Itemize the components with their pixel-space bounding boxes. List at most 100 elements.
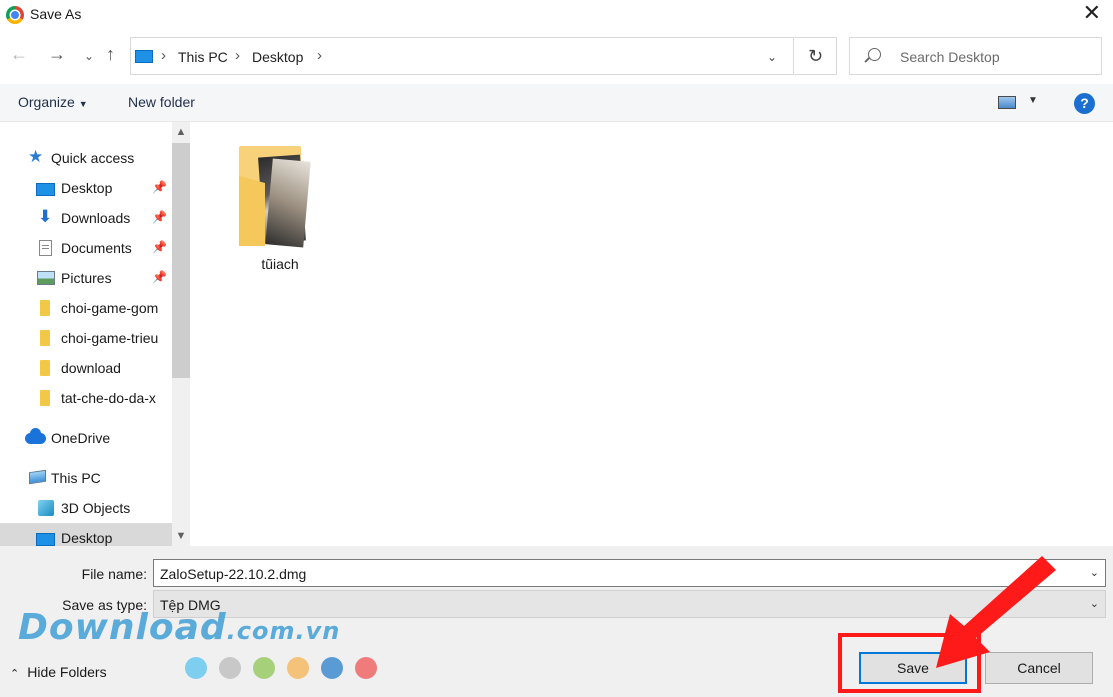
sidebar-item-this-pc[interactable]: This PC (0, 463, 172, 493)
new-folder-button[interactable]: New folder (128, 94, 195, 110)
close-icon[interactable]: ✕ (1083, 2, 1101, 24)
sidebar-item-folder[interactable]: choi-game-gom (0, 293, 172, 323)
documents-icon (39, 240, 52, 256)
sidebar-item-label: download (61, 360, 121, 376)
sidebar-item-label: choi-game-gom (61, 300, 159, 316)
download-icon: ⬇ (38, 207, 53, 226)
sidebar-item-label: choi-game-trieu (61, 330, 159, 346)
chevron-down-icon[interactable]: ⌄ (1090, 566, 1099, 579)
recent-locations-chevron-icon[interactable]: ⌄ (84, 46, 94, 66)
sidebar-item-label: OneDrive (51, 430, 111, 446)
refresh-icon: ↻ (807, 46, 824, 66)
chrome-icon (6, 6, 24, 24)
3d-objects-icon (38, 500, 54, 516)
watermark-domain: .com.vn (226, 617, 341, 645)
sidebar-item-folder[interactable]: download (0, 353, 172, 383)
sidebar-item-label: This PC (51, 470, 101, 486)
chevron-down-icon[interactable]: ⌄ (1090, 597, 1099, 610)
folder-icon (40, 390, 50, 406)
color-dot (219, 657, 241, 679)
sidebar-item-downloads[interactable]: ⬇ Downloads 📌 (0, 203, 172, 233)
change-view-icon[interactable] (998, 96, 1016, 109)
sidebar-item-3d-objects[interactable]: 3D Objects (0, 493, 172, 523)
navigation-pane: ★ Quick access Desktop 📌 ⬇ Downloads 📌 D… (0, 122, 190, 546)
sidebar-item-label: tat-che-do-da-x (61, 390, 156, 406)
sidebar-item-label: Documents (61, 240, 132, 256)
desktop-icon (36, 533, 55, 546)
window-title: Save As (30, 6, 82, 22)
view-options-chevron-icon[interactable]: ▼ (1028, 95, 1038, 106)
scroll-up-icon[interactable]: ▲ (172, 122, 190, 142)
sidebar-item-label: 3D Objects (61, 500, 131, 516)
search-icon (868, 48, 881, 61)
address-dropdown-icon[interactable]: ⌄ (767, 50, 777, 64)
breadcrumb-chevron-icon[interactable]: › (161, 47, 166, 64)
folder-item[interactable]: tũiach (235, 144, 325, 274)
sidebar-item-folder[interactable]: tat-che-do-da-x (0, 383, 172, 413)
hide-folders-label: Hide Folders (27, 664, 107, 680)
folder-icon (40, 300, 50, 316)
hide-folders-button[interactable]: ⌃ Hide Folders (10, 664, 107, 680)
folder-with-photos-icon (239, 146, 311, 248)
up-arrow-icon[interactable]: ↑ (106, 44, 115, 64)
folder-icon (40, 360, 50, 376)
folder-icon (40, 330, 50, 346)
organize-button[interactable]: Organize ▼ (18, 94, 88, 110)
pin-icon: 📌 (152, 240, 167, 254)
file-name-label: File name: (81, 566, 147, 582)
back-arrow-icon[interactable]: ← (10, 44, 28, 64)
desktop-icon (36, 183, 55, 196)
organize-label: Organize (18, 94, 75, 110)
sidebar-item-label: Downloads (61, 210, 131, 226)
sidebar-item-onedrive[interactable]: OneDrive (0, 423, 172, 453)
color-dot (253, 657, 275, 679)
chevron-up-icon: ⌃ (10, 668, 20, 680)
sidebar-item-folder[interactable]: choi-game-trieu (0, 323, 172, 353)
cloud-icon (25, 428, 46, 444)
breadcrumb-this-pc[interactable]: This PC (178, 49, 228, 65)
color-dot (287, 657, 309, 679)
file-list: tũiach (190, 122, 1113, 546)
command-bar: Organize ▼ New folder ▼ ? (0, 84, 1113, 122)
save-as-dialog: Save As ✕ ← → ⌄ ↑ › This PC › Desktop › … (0, 0, 1113, 697)
navigation-bar: ← → ⌄ ↑ › This PC › Desktop › ⌄ ↻ Search… (0, 34, 1113, 78)
sidebar-item-label: Pictures (61, 270, 112, 286)
pin-icon: 📌 (152, 210, 167, 224)
pictures-icon (37, 271, 55, 285)
download-watermark-logo: Download.com.vn (18, 607, 340, 648)
color-dot (185, 657, 207, 679)
sidebar-item-label: Quick access (51, 150, 135, 166)
pin-icon: 📌 (152, 180, 167, 194)
search-box[interactable]: Search Desktop (849, 37, 1102, 75)
sidebar-item-label: Desktop (61, 180, 113, 196)
pin-icon: 📌 (152, 270, 167, 284)
sidebar-item-label: Desktop (61, 530, 113, 546)
scrollbar-thumb[interactable] (172, 143, 190, 378)
search-placeholder: Search Desktop (900, 49, 1000, 65)
sidebar-item-pictures[interactable]: Pictures 📌 (0, 263, 172, 293)
color-dot (355, 657, 377, 679)
refresh-button[interactable]: ↻ (795, 37, 837, 75)
chevron-down-icon: ▼ (78, 99, 88, 109)
this-pc-icon (135, 50, 153, 63)
sidebar-item-desktop-selected[interactable]: Desktop (0, 523, 172, 546)
color-dot (321, 657, 343, 679)
sidebar-item-quick-access[interactable]: ★ Quick access (0, 143, 172, 173)
breadcrumb-chevron-icon[interactable]: › (235, 47, 240, 64)
breadcrumb-chevron-icon[interactable]: › (317, 47, 322, 64)
computer-icon (29, 469, 46, 485)
watermark-brand: Download (18, 607, 227, 648)
sidebar-item-desktop[interactable]: Desktop 📌 (0, 173, 172, 203)
folder-name: tũiach (261, 256, 299, 272)
forward-arrow-icon[interactable]: → (48, 44, 66, 64)
sidebar-scrollbar[interactable]: ▲ ▼ (172, 122, 190, 546)
breadcrumb-desktop[interactable]: Desktop (252, 49, 303, 65)
help-icon[interactable]: ? (1074, 93, 1095, 114)
address-bar[interactable]: › This PC › Desktop › ⌄ (130, 37, 794, 75)
scroll-down-icon[interactable]: ▼ (172, 526, 190, 546)
title-bar: Save As ✕ (0, 0, 1113, 30)
star-icon: ★ (28, 147, 44, 166)
sidebar-item-documents[interactable]: Documents 📌 (0, 233, 172, 263)
red-arrow-annotation (936, 556, 1056, 668)
file-name-value: ZaloSetup-22.10.2.dmg (160, 566, 307, 582)
